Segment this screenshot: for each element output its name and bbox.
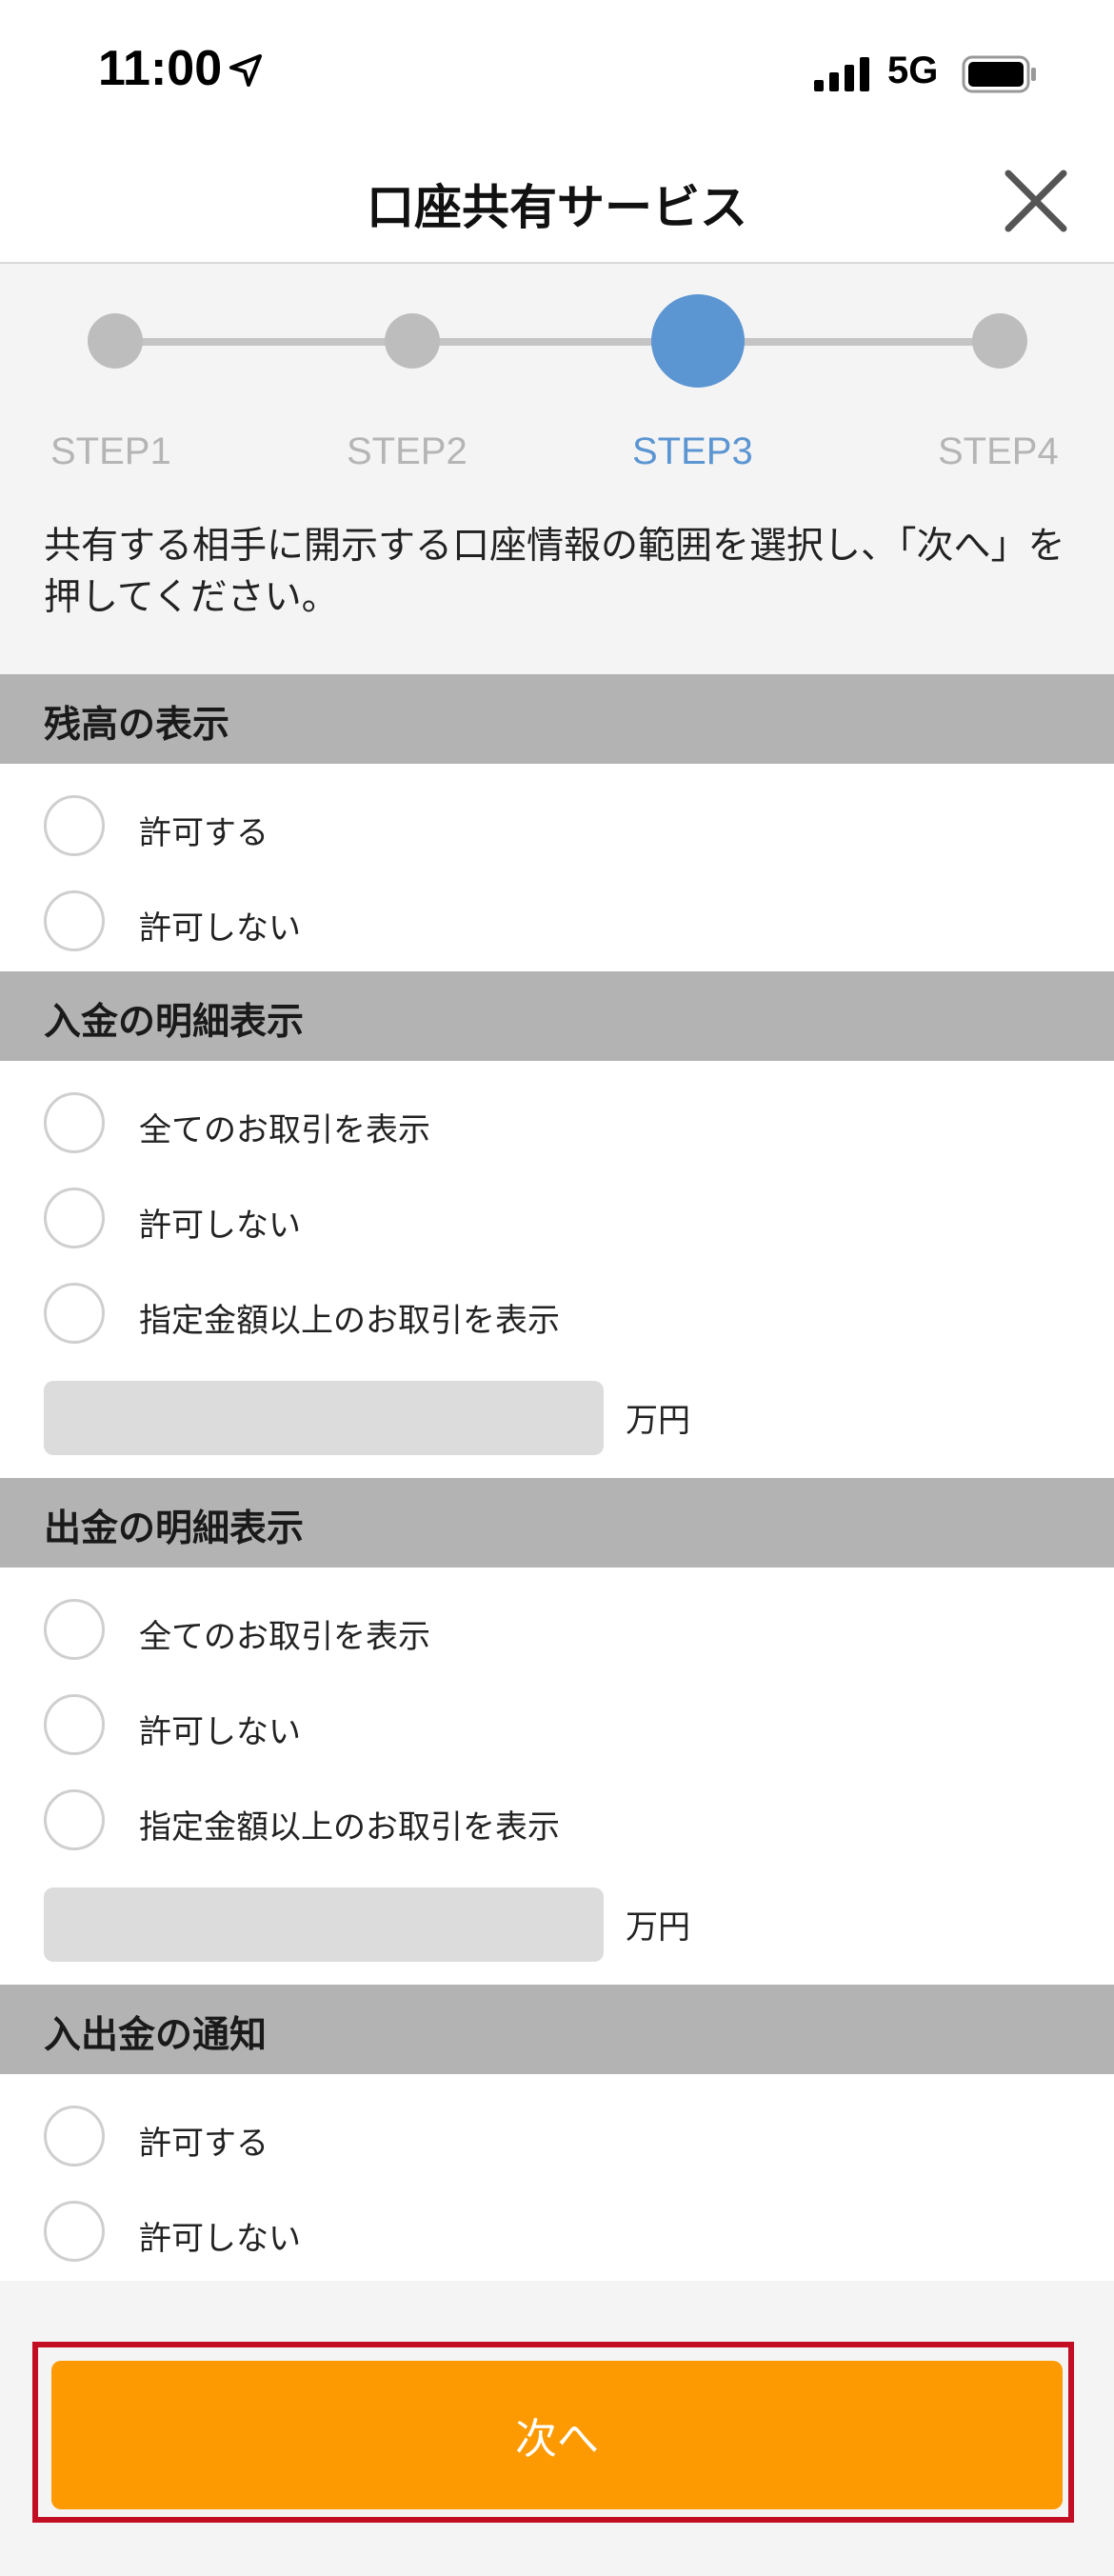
section-header-withdrawal: 出金の明細表示 (0, 1478, 1114, 1568)
header-bar: 口座共有サービス (0, 143, 1114, 264)
step-progress-line (114, 338, 1000, 346)
battery-icon (962, 55, 1038, 97)
section-title: 入金の明細表示 (44, 1001, 305, 1044)
step-indicator: STEP1 STEP2 STEP3 STEP4 共有する相手に開示する口座情報の… (0, 264, 1114, 673)
option-label: 許可する (139, 814, 269, 852)
step-label-3: STEP3 (632, 430, 753, 472)
step-dot-1 (88, 313, 143, 369)
radio-option-deny[interactable]: 許可しない (44, 890, 901, 957)
amount-unit: 万円 (626, 1908, 690, 1947)
radio-button[interactable] (44, 1694, 105, 1755)
option-label: 全てのお取引を表示 (139, 1111, 430, 1149)
section-balance: 許可する 許可しない (0, 764, 1114, 971)
radio-option-allow[interactable]: 許可する (44, 2106, 901, 2172)
radio-option-deny[interactable]: 許可しない (44, 1694, 901, 1761)
option-label: 指定金額以上のお取引を表示 (139, 1302, 560, 1340)
radio-button[interactable] (44, 1599, 105, 1660)
radio-option-all[interactable]: 全てのお取引を表示 (44, 1599, 901, 1666)
section-withdrawal: 全てのお取引を表示 許可しない 指定金額以上のお取引を表示 万円 (0, 1568, 1114, 1985)
radio-button[interactable] (44, 2201, 105, 2262)
close-icon[interactable] (1003, 168, 1069, 234)
option-label: 許可しない (139, 1207, 301, 1245)
location-arrow-icon (229, 53, 263, 91)
section-title: 入出金の通知 (44, 2014, 268, 2057)
step-label-4: STEP4 (938, 430, 1059, 472)
radio-option-allow[interactable]: 許可する (44, 795, 901, 862)
step-label-1: STEP1 (50, 430, 171, 472)
amount-unit: 万円 (626, 1402, 690, 1440)
radio-button[interactable] (44, 795, 105, 856)
option-label: 指定金額以上のお取引を表示 (139, 1808, 560, 1847)
radio-button[interactable] (44, 2106, 105, 2167)
section-title: 出金の明細表示 (44, 1508, 305, 1550)
radio-button[interactable] (44, 1092, 105, 1153)
radio-option-deny[interactable]: 許可しない (44, 2201, 901, 2267)
radio-button[interactable] (44, 1283, 105, 1344)
section-header-notification: 入出金の通知 (0, 1985, 1114, 2074)
option-label: 許可しない (139, 909, 301, 948)
section-header-balance: 残高の表示 (0, 674, 1114, 764)
status-bar: 11:00 5G (0, 0, 1114, 143)
option-label: 許可しない (139, 1713, 301, 1751)
radio-button[interactable] (44, 1188, 105, 1248)
radio-option-min-amount[interactable]: 指定金額以上のお取引を表示 (44, 1283, 901, 1349)
step-dot-2 (385, 313, 440, 369)
option-label: 許可する (139, 2125, 269, 2163)
network-type: 5G (887, 50, 939, 91)
section-notification: 許可する 許可しない (0, 2074, 1114, 2281)
section-header-deposit: 入金の明細表示 (0, 971, 1114, 1061)
radio-option-min-amount[interactable]: 指定金額以上のお取引を表示 (44, 1789, 901, 1856)
withdrawal-amount-input[interactable] (44, 1887, 604, 1962)
instruction-text: 共有する相手に開示する口座情報の範囲を選択し、「次へ」を押してください。 (44, 525, 1065, 619)
section-title: 残高の表示 (44, 704, 230, 747)
radio-option-all[interactable]: 全てのお取引を表示 (44, 1092, 901, 1159)
next-button[interactable]: 次へ (51, 2361, 1063, 2509)
radio-option-deny[interactable]: 許可しない (44, 1188, 901, 1254)
option-label: 許可しない (139, 2220, 301, 2258)
page-title: 口座共有サービス (367, 180, 747, 235)
radio-button[interactable] (44, 890, 105, 951)
deposit-amount-input[interactable] (44, 1381, 604, 1455)
signal-icon (814, 57, 873, 95)
section-deposit: 全てのお取引を表示 許可しない 指定金額以上のお取引を表示 万円 (0, 1061, 1114, 1478)
step-label-2: STEP2 (347, 430, 467, 472)
status-time: 11:00 (98, 41, 223, 96)
option-label: 全てのお取引を表示 (139, 1618, 430, 1656)
step-dot-4 (972, 313, 1027, 369)
radio-button[interactable] (44, 1789, 105, 1850)
step-dot-3 (651, 294, 745, 388)
